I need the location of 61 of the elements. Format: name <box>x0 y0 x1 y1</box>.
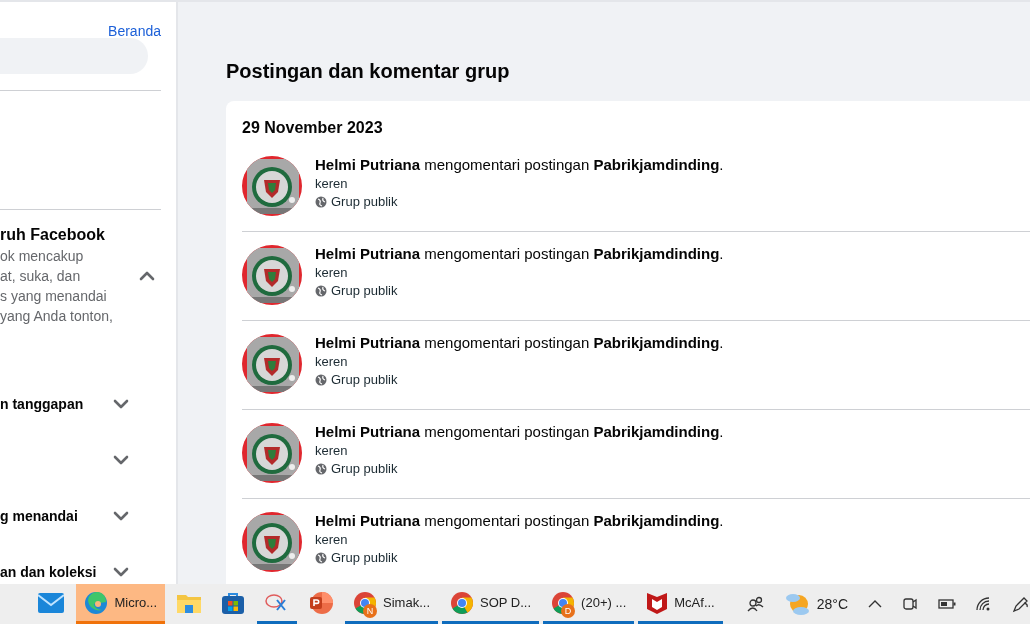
globe-icon <box>315 462 327 475</box>
taskbar-app[interactable]: Micro... <box>76 584 166 624</box>
home-link[interactable]: Beranda <box>0 2 161 38</box>
temperature-label: 28°C <box>816 596 848 612</box>
browser-icon <box>450 590 475 615</box>
envelope-icon <box>38 592 65 613</box>
chevron-down-icon[interactable] <box>113 511 129 521</box>
folder-icon <box>177 592 202 613</box>
app-label: McAf... <box>674 595 715 610</box>
people-icon[interactable] <box>746 596 765 612</box>
chevron-down-icon[interactable] <box>113 399 129 409</box>
date-heading: 29 November 2023 <box>242 119 384 138</box>
app-label: Simak... <box>383 595 431 610</box>
comment-text: keren <box>315 176 349 191</box>
globe-icon <box>315 284 327 297</box>
wifi-icon[interactable] <box>976 597 992 611</box>
pen-icon[interactable] <box>1012 595 1030 613</box>
audience-label: Grup publik <box>331 283 398 298</box>
weather-widget[interactable]: 28°C <box>784 592 848 616</box>
taskbar-app[interactable]: N Simak... <box>345 584 439 624</box>
section-description: ok mencakup at, suka, dan s yang menandai yang Anda tonton, <box>0 247 114 326</box>
globe-icon <box>315 195 327 208</box>
shield-icon <box>646 590 669 615</box>
menu-item-label[interactable]: an dan koleksi <box>0 564 97 580</box>
audience-label: Grup publik <box>331 194 398 209</box>
store-icon <box>222 591 245 614</box>
edge-icon <box>84 590 109 615</box>
globe-icon <box>315 373 327 386</box>
activity-text[interactable]: Helmi Putriana mengomentari postingan Pabrikjamdinding. <box>315 156 724 173</box>
taskbar-app[interactable]: SOP D... <box>442 584 540 624</box>
taskbar-app[interactable]: D (20+) ... <box>543 584 635 624</box>
profile-badge: D <box>561 604 576 618</box>
menu-item-label[interactable]: n tanggapan <box>0 396 84 412</box>
menu-item-label[interactable]: g menandai <box>0 508 78 524</box>
audience-label: Grup publik <box>331 461 398 476</box>
slides-app-icon <box>309 590 334 615</box>
activity-text[interactable]: Helmi Putriana mengomentari postingan Pabrikjamdinding. <box>315 512 724 529</box>
audience-label: Grup publik <box>331 372 398 387</box>
camera-icon[interactable] <box>902 596 918 612</box>
comment-text: keren <box>315 443 349 458</box>
audience-label: Grup publik <box>331 550 398 565</box>
app-label: SOP D... <box>480 595 532 610</box>
weather-icon <box>784 592 811 616</box>
app-label: Micro... <box>114 595 158 610</box>
comment-text: keren <box>315 532 349 547</box>
comment-text: keren <box>315 265 349 280</box>
activity-text[interactable]: Helmi Putriana mengomentari postingan Pabrikjamdinding. <box>315 334 724 351</box>
section-title: ruh Facebook <box>0 226 106 244</box>
comment-text: keren <box>315 354 349 369</box>
battery-icon[interactable] <box>938 599 956 609</box>
taskbar-app[interactable]: McAf... <box>638 584 723 624</box>
chevron-up-icon[interactable] <box>868 600 882 608</box>
chevron-up-icon[interactable] <box>139 271 155 281</box>
chevron-down-icon[interactable] <box>113 455 129 465</box>
page-heading: Postingan dan komentar grup <box>226 60 511 83</box>
profile-badge: N <box>363 604 378 618</box>
activity-text[interactable]: Helmi Putriana mengomentari postingan Pabrikjamdinding. <box>315 245 724 262</box>
chevron-down-icon[interactable] <box>113 567 129 577</box>
activity-text[interactable]: Helmi Putriana mengomentari postingan Pabrikjamdinding. <box>315 423 724 440</box>
globe-icon <box>315 551 327 564</box>
app-label: (20+) ... <box>581 595 627 610</box>
